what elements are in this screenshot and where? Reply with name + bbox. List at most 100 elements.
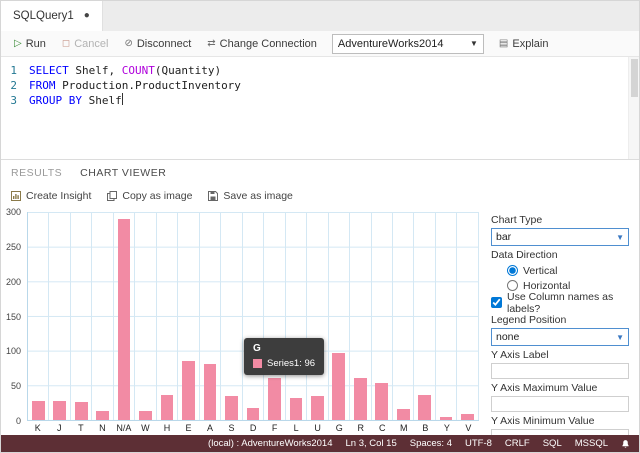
line-number: 2 <box>10 79 17 92</box>
save-as-image-button[interactable]: Save as image <box>208 190 293 202</box>
chart-bar[interactable] <box>418 395 432 420</box>
create-insight-button[interactable]: Create Insight <box>11 190 91 202</box>
tab-title: SQLQuery1 <box>13 10 74 22</box>
editor-line[interactable]: 1 SELECT Shelf, COUNT (Quantity) <box>1 63 639 78</box>
editor-scrollbar-thumb[interactable] <box>631 59 638 97</box>
chart-bar[interactable] <box>160 395 174 420</box>
code-segment: Production.ProductInventory <box>55 79 241 92</box>
database-dropdown[interactable]: AdventureWorks2014 ▼ <box>331 33 484 54</box>
chart-plot <box>27 212 479 421</box>
explain-button[interactable]: ▤ Explain <box>494 36 554 52</box>
chart-bar[interactable] <box>396 408 410 420</box>
chart-column <box>135 212 157 420</box>
chart-type-select[interactable]: bar ▼ <box>491 228 629 246</box>
create-insight-label: Create Insight <box>26 190 92 202</box>
editor-tab-bar: SQLQuery1 ● <box>1 1 639 31</box>
code-segment: FROM <box>29 79 56 92</box>
tab-sqlquery1[interactable]: SQLQuery1 ● <box>1 1 103 31</box>
status-encoding[interactable]: UTF-8 <box>465 438 492 449</box>
chart-bar[interactable] <box>375 382 389 420</box>
chart-bar[interactable] <box>439 416 453 420</box>
radio-horizontal[interactable] <box>507 280 518 291</box>
disconnect-button[interactable]: ⊘ Disconnect <box>119 36 196 52</box>
sql-editor[interactable]: 1 SELECT Shelf, COUNT (Quantity) 2 FROM Prod… <box>1 57 639 159</box>
chart-column <box>329 212 351 420</box>
editor-line[interactable]: 2 FROM Production.ProductInventory <box>1 78 639 93</box>
tooltip-series-value: Series1: 96 <box>267 358 316 370</box>
notifications-bell-icon[interactable] <box>621 439 630 449</box>
chart-bar[interactable] <box>96 411 109 420</box>
save-icon <box>208 191 219 201</box>
editor-scrollbar[interactable] <box>628 57 639 159</box>
y-axis-tick-label: 200 <box>5 276 21 287</box>
code-segment: Shelf, <box>68 64 122 77</box>
chart-column <box>264 212 286 420</box>
chart-bar[interactable] <box>268 378 281 420</box>
chart-column <box>243 212 265 420</box>
chart-bar[interactable] <box>139 411 152 420</box>
copy-as-image-label: Copy as image <box>122 190 193 202</box>
status-bar: (local) : AdventureWorks2014 Ln 3, Col 1… <box>1 435 639 452</box>
tooltip-series-swatch <box>253 359 262 369</box>
run-label: Run <box>25 37 46 50</box>
explain-label: Explain <box>512 37 549 50</box>
tab-results[interactable]: RESULTS <box>11 167 62 179</box>
chart-bar[interactable] <box>332 353 346 420</box>
legend-position-select[interactable]: none ▼ <box>491 328 629 346</box>
chart-column <box>92 212 114 420</box>
chart-type-value: bar <box>496 231 512 243</box>
chevron-down-icon: ▼ <box>616 332 624 342</box>
status-eol[interactable]: CRLF <box>505 438 530 449</box>
chart-column <box>49 212 71 420</box>
y-axis-max-label: Y Axis Maximum Value <box>491 382 598 394</box>
tooltip-category: G <box>253 343 261 355</box>
chart-bar[interactable] <box>289 397 303 420</box>
status-indentation[interactable]: Spaces: 4 <box>410 438 452 449</box>
chart-column <box>307 212 329 420</box>
y-axis-tick-label: 150 <box>5 311 21 322</box>
y-axis-label-input[interactable] <box>491 363 629 379</box>
chart-column <box>286 212 308 420</box>
line-number: 1 <box>10 64 17 77</box>
chart-bar[interactable] <box>53 400 67 420</box>
status-provider[interactable]: MSSQL <box>575 438 608 449</box>
change-connection-icon: ⇄ <box>207 37 216 49</box>
chart-bar[interactable] <box>117 218 131 420</box>
data-direction-label: Data Direction <box>491 249 558 261</box>
status-language[interactable]: SQL <box>543 438 562 449</box>
y-axis-max-input[interactable] <box>491 396 629 412</box>
chart-bar[interactable] <box>182 361 195 420</box>
app-window: SQLQuery1 ● ▷ Run ◻ Cancel ⊘ Disconnect … <box>0 0 640 453</box>
editor-lines: 1 SELECT Shelf, COUNT (Quantity) 2 FROM Prod… <box>1 63 639 108</box>
y-axis-tick-label: 100 <box>5 346 21 357</box>
y-axis-min-label: Y Axis Minimum Value <box>491 415 595 427</box>
chart-bar[interactable] <box>310 396 324 420</box>
chart-column <box>350 212 372 420</box>
copy-as-image-button[interactable]: Copy as image <box>107 190 192 202</box>
chart-bar[interactable] <box>31 400 45 420</box>
bar-chart: 0 50 100 150 200 250 300 K J T N N/A W H E A S D F L U G R C M B… <box>1 207 487 437</box>
status-cursor-position[interactable]: Ln 3, Col 15 <box>346 438 397 449</box>
code-segment: (Quantity) <box>154 64 222 77</box>
editor-line[interactable]: 3 GROUP BY Shelf <box>1 93 639 108</box>
chart-viewer-toolbar: Create Insight Copy as image Save as ima… <box>1 185 639 207</box>
chart-bar[interactable] <box>225 396 238 420</box>
chart-column <box>414 212 436 420</box>
chart-bar[interactable] <box>203 363 217 420</box>
checkbox-use-column-names[interactable] <box>491 297 502 308</box>
chart-bar[interactable] <box>74 401 88 420</box>
y-axis-tick-label: 50 <box>10 381 21 392</box>
chart-column <box>372 212 393 420</box>
change-connection-button[interactable]: ⇄ Change Connection <box>202 36 322 52</box>
tab-chart-viewer[interactable]: CHART VIEWER <box>80 167 166 179</box>
chart-bar[interactable] <box>246 407 260 420</box>
radio-vertical[interactable] <box>507 265 518 276</box>
status-connection[interactable]: (local) : AdventureWorks2014 <box>208 438 332 449</box>
run-button[interactable]: ▷ Run <box>9 36 51 52</box>
legend-position-value: none <box>496 331 520 343</box>
cancel-icon: ◻ <box>61 37 71 49</box>
chart-bar[interactable] <box>353 378 367 420</box>
chart-bar[interactable] <box>461 414 474 420</box>
cancel-button[interactable]: ◻ Cancel <box>57 36 114 52</box>
chart-column <box>221 212 243 420</box>
